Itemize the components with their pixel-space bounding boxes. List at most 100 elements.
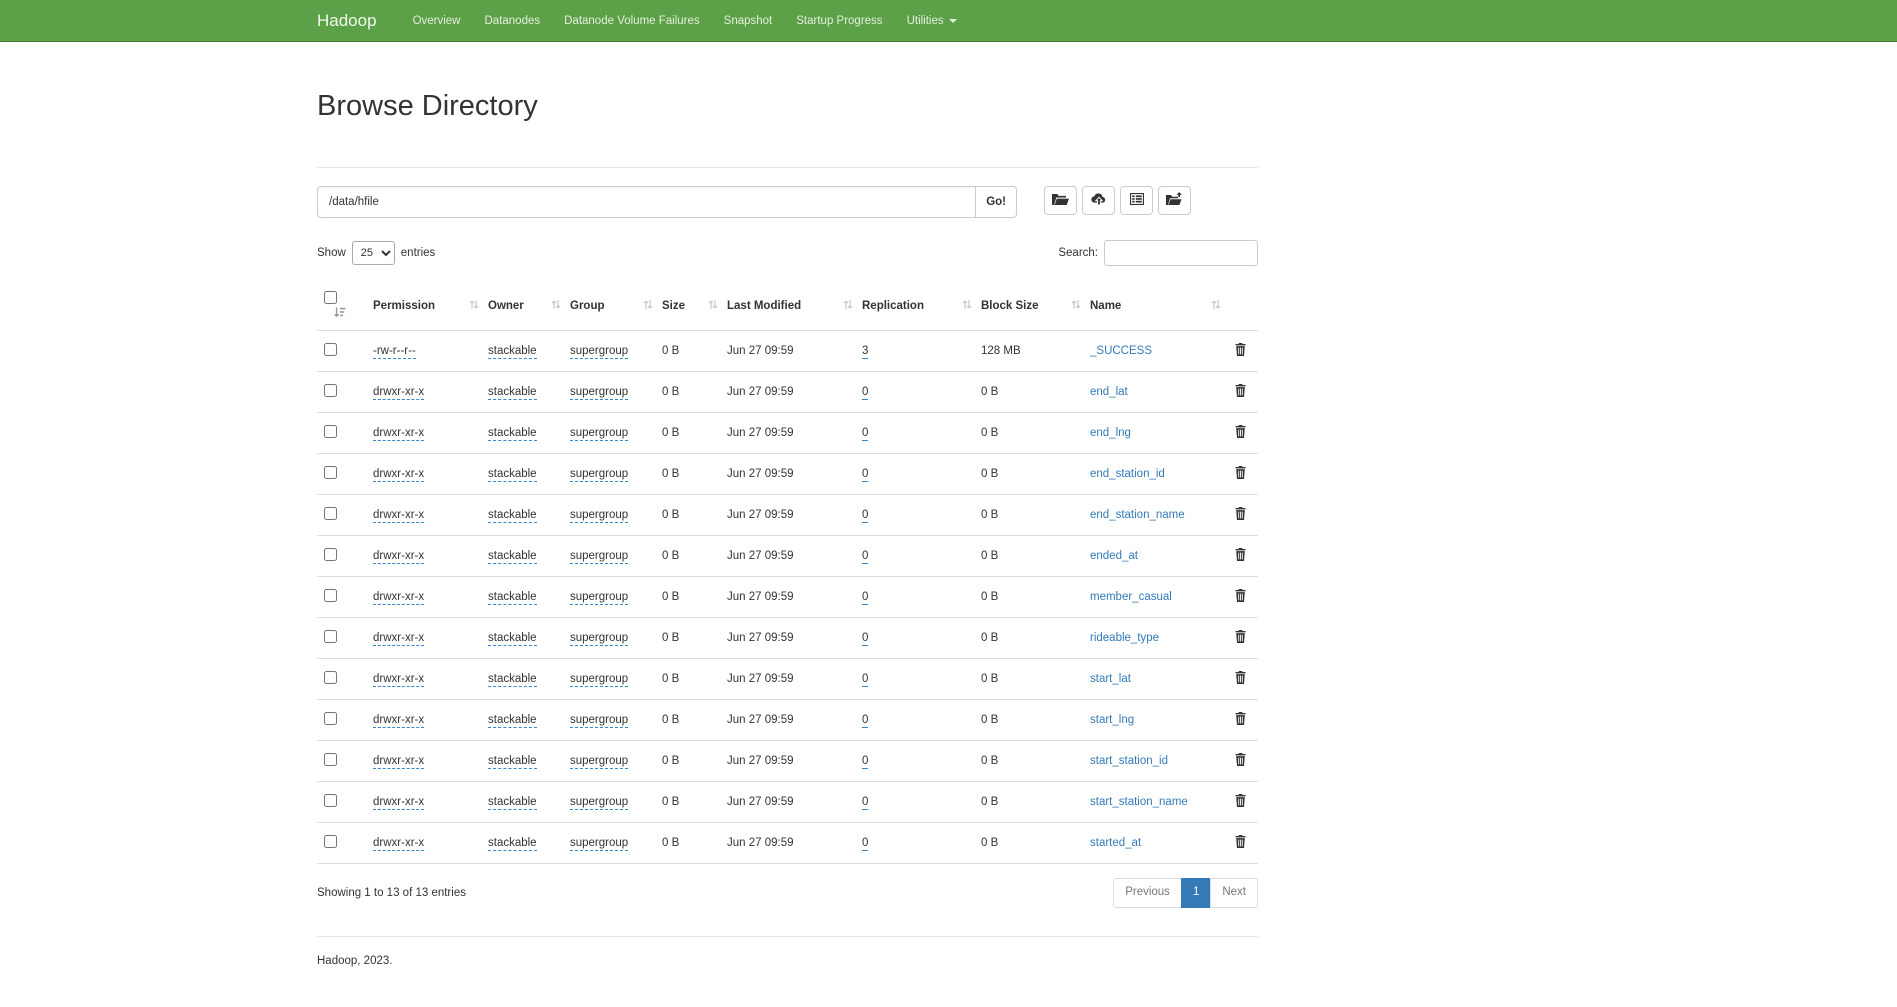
- column-header-group[interactable]: Group: [570, 282, 662, 331]
- select-all-checkbox[interactable]: [324, 291, 337, 304]
- permission-value[interactable]: drwxr-xr-x: [373, 386, 424, 400]
- trash-icon[interactable]: [1235, 794, 1246, 810]
- navbar-brand[interactable]: Hadoop: [317, 11, 377, 31]
- row-checkbox[interactable]: [324, 753, 337, 766]
- file-name-link[interactable]: rideable_type: [1090, 632, 1159, 644]
- replication-value[interactable]: 0: [862, 509, 868, 523]
- group-value[interactable]: supergroup: [570, 632, 628, 646]
- list-view-button[interactable]: [1120, 186, 1153, 215]
- pagination-previous[interactable]: Previous: [1113, 878, 1182, 908]
- group-value[interactable]: supergroup: [570, 591, 628, 605]
- file-name-link[interactable]: end_station_id: [1090, 468, 1165, 480]
- row-checkbox[interactable]: [324, 507, 337, 520]
- permission-value[interactable]: drwxr-xr-x: [373, 837, 424, 851]
- sort-attributes-icon[interactable]: [334, 309, 346, 321]
- group-value[interactable]: supergroup: [570, 509, 628, 523]
- nav-item-snapshot[interactable]: Snapshot: [712, 0, 785, 41]
- permission-value[interactable]: drwxr-xr-x: [373, 468, 424, 482]
- row-checkbox[interactable]: [324, 343, 337, 356]
- replication-value[interactable]: 0: [862, 796, 868, 810]
- file-name-link[interactable]: start_station_name: [1090, 796, 1188, 808]
- replication-value[interactable]: 0: [862, 632, 868, 646]
- group-value[interactable]: supergroup: [570, 714, 628, 728]
- replication-value[interactable]: 0: [862, 427, 868, 441]
- owner-value[interactable]: stackable: [488, 345, 537, 359]
- row-checkbox[interactable]: [324, 671, 337, 684]
- upload-file-button[interactable]: [1082, 186, 1115, 215]
- owner-value[interactable]: stackable: [488, 837, 537, 851]
- row-checkbox[interactable]: [324, 589, 337, 602]
- column-header-replication[interactable]: Replication: [862, 282, 981, 331]
- group-value[interactable]: supergroup: [570, 427, 628, 441]
- owner-value[interactable]: stackable: [488, 796, 537, 810]
- replication-value[interactable]: 0: [862, 714, 868, 728]
- replication-value[interactable]: 0: [862, 591, 868, 605]
- nav-item-datanode-volume-failures[interactable]: Datanode Volume Failures: [552, 0, 712, 41]
- column-header-name[interactable]: Name: [1090, 282, 1230, 331]
- owner-value[interactable]: stackable: [488, 468, 537, 482]
- group-value[interactable]: supergroup: [570, 345, 628, 359]
- nav-item-utilities-dropdown[interactable]: Utilities: [895, 0, 969, 41]
- column-header-owner[interactable]: Owner: [488, 282, 570, 331]
- group-value[interactable]: supergroup: [570, 468, 628, 482]
- file-name-link[interactable]: start_lat: [1090, 673, 1131, 685]
- permission-value[interactable]: -rw-r--r--: [373, 345, 416, 359]
- replication-value[interactable]: 0: [862, 386, 868, 400]
- permission-value[interactable]: drwxr-xr-x: [373, 673, 424, 687]
- directory-path-input[interactable]: [317, 186, 976, 218]
- column-header-size[interactable]: Size: [662, 282, 727, 331]
- page-length-select[interactable]: 25: [352, 241, 395, 265]
- permission-value[interactable]: drwxr-xr-x: [373, 632, 424, 646]
- permission-value[interactable]: drwxr-xr-x: [373, 796, 424, 810]
- column-header-block-size[interactable]: Block Size: [981, 282, 1090, 331]
- column-header-permission[interactable]: Permission: [373, 282, 488, 331]
- group-value[interactable]: supergroup: [570, 755, 628, 769]
- trash-icon[interactable]: [1235, 589, 1246, 605]
- replication-value[interactable]: 0: [862, 837, 868, 851]
- nav-item-datanodes[interactable]: Datanodes: [473, 0, 553, 41]
- row-checkbox[interactable]: [324, 835, 337, 848]
- permission-value[interactable]: drwxr-xr-x: [373, 755, 424, 769]
- permission-value[interactable]: drwxr-xr-x: [373, 714, 424, 728]
- group-value[interactable]: supergroup: [570, 796, 628, 810]
- nav-item-overview[interactable]: Overview: [401, 0, 473, 41]
- permission-value[interactable]: drwxr-xr-x: [373, 550, 424, 564]
- group-value[interactable]: supergroup: [570, 837, 628, 851]
- trash-icon[interactable]: [1235, 671, 1246, 687]
- file-name-link[interactable]: end_station_name: [1090, 509, 1185, 521]
- search-input[interactable]: [1104, 240, 1258, 266]
- nav-item-startup-progress[interactable]: Startup Progress: [784, 0, 894, 41]
- trash-icon[interactable]: [1235, 630, 1246, 646]
- open-directory-button[interactable]: [1044, 186, 1077, 215]
- replication-value[interactable]: 0: [862, 468, 868, 482]
- owner-value[interactable]: stackable: [488, 591, 537, 605]
- owner-value[interactable]: stackable: [488, 632, 537, 646]
- owner-value[interactable]: stackable: [488, 427, 537, 441]
- trash-icon[interactable]: [1235, 343, 1246, 359]
- trash-icon[interactable]: [1235, 384, 1246, 400]
- permission-value[interactable]: drwxr-xr-x: [373, 591, 424, 605]
- owner-value[interactable]: stackable: [488, 673, 537, 687]
- row-checkbox[interactable]: [324, 794, 337, 807]
- trash-icon[interactable]: [1235, 835, 1246, 851]
- permission-value[interactable]: drwxr-xr-x: [373, 427, 424, 441]
- file-name-link[interactable]: start_station_id: [1090, 755, 1168, 767]
- owner-value[interactable]: stackable: [488, 755, 537, 769]
- go-button[interactable]: Go!: [975, 186, 1017, 218]
- file-name-link[interactable]: start_lng: [1090, 714, 1134, 726]
- file-name-link[interactable]: started_at: [1090, 837, 1141, 849]
- row-checkbox[interactable]: [324, 466, 337, 479]
- permission-value[interactable]: drwxr-xr-x: [373, 509, 424, 523]
- trash-icon[interactable]: [1235, 712, 1246, 728]
- group-value[interactable]: supergroup: [570, 386, 628, 400]
- row-checkbox[interactable]: [324, 425, 337, 438]
- file-name-link[interactable]: ended_at: [1090, 550, 1138, 562]
- pagination-next[interactable]: Next: [1210, 878, 1258, 908]
- file-name-link[interactable]: end_lat: [1090, 386, 1128, 398]
- owner-value[interactable]: stackable: [488, 550, 537, 564]
- file-name-link[interactable]: member_casual: [1090, 591, 1172, 603]
- row-checkbox[interactable]: [324, 712, 337, 725]
- replication-value[interactable]: 0: [862, 755, 868, 769]
- group-value[interactable]: supergroup: [570, 673, 628, 687]
- replication-value[interactable]: 3: [862, 345, 868, 359]
